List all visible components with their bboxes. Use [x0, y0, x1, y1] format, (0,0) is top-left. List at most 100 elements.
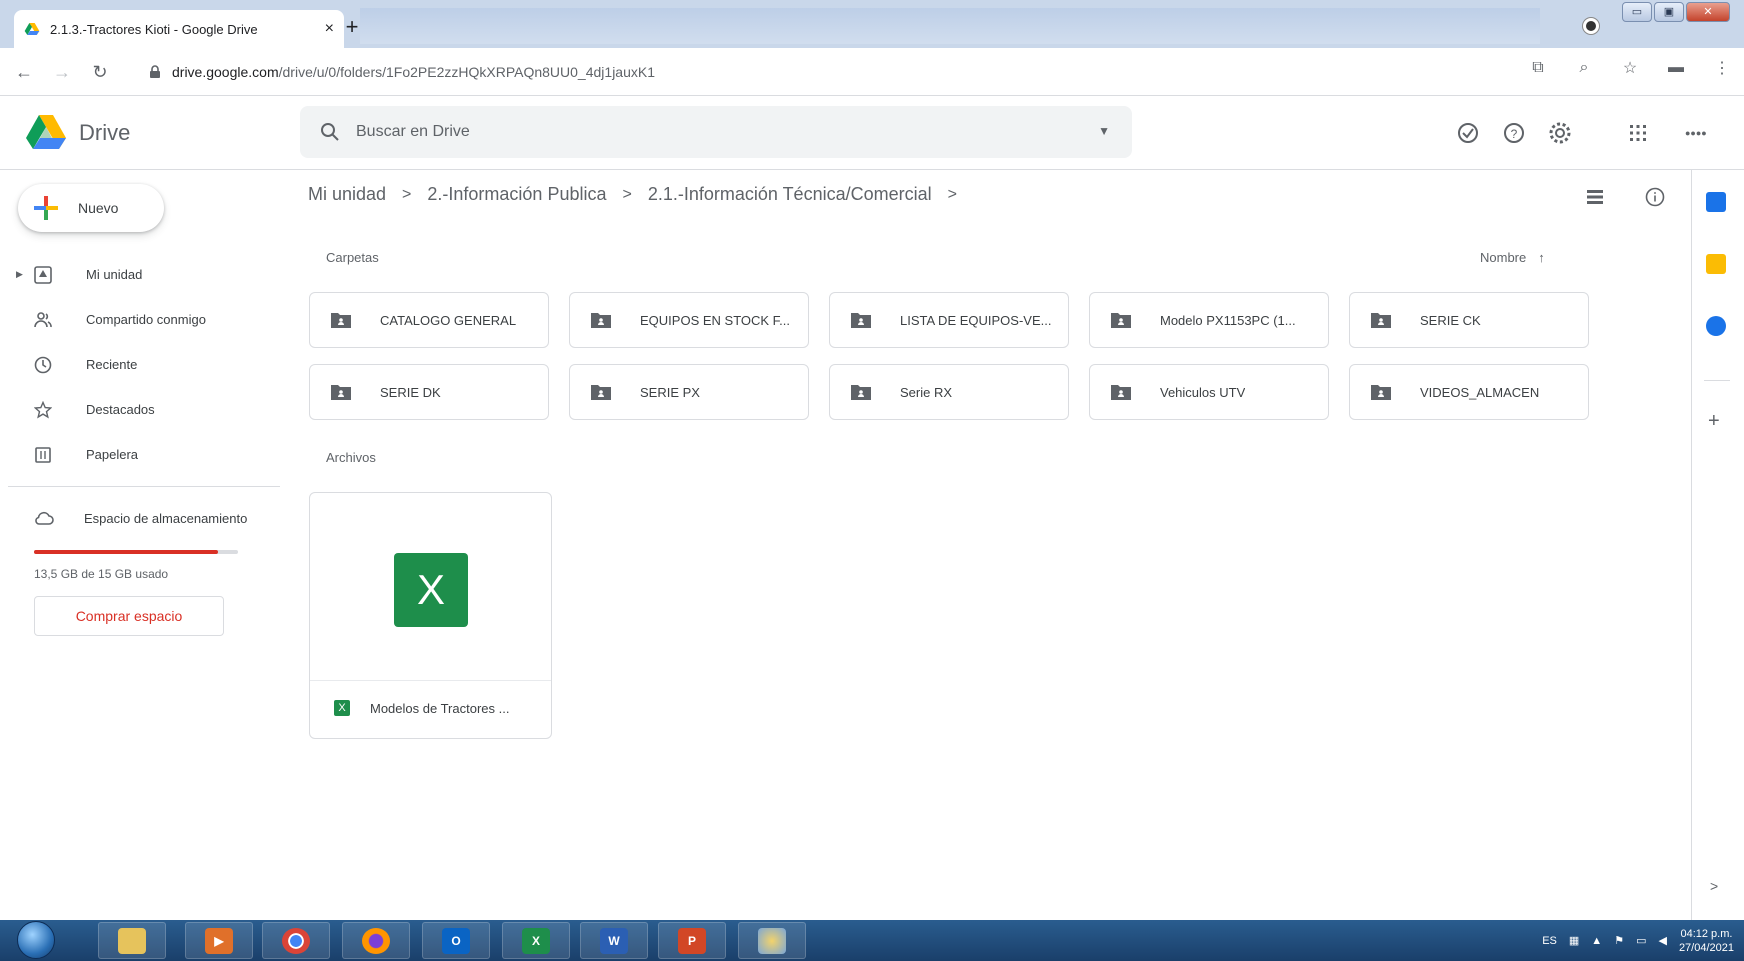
help-icon[interactable]: ?	[1501, 120, 1527, 146]
taskbar-firefox[interactable]	[342, 922, 410, 959]
folder-card[interactable]: Vehiculos UTV	[1089, 364, 1329, 420]
sort-direction-arrow-icon[interactable]: ↑	[1538, 250, 1545, 265]
folder-card[interactable]: SERIE DK	[309, 364, 549, 420]
folder-card[interactable]: LISTA DE EQUIPOS-VE...	[829, 292, 1069, 348]
calendar-addon-icon[interactable]	[1706, 192, 1726, 212]
close-window-button[interactable]: ✕	[1686, 2, 1730, 22]
keep-addon-icon[interactable]	[1706, 254, 1726, 274]
info-icon[interactable]	[1644, 186, 1666, 208]
taskbar-chrome[interactable]	[262, 922, 330, 959]
forward-arrow-icon[interactable]: →	[48, 58, 76, 86]
folder-card[interactable]: SERIE PX	[569, 364, 809, 420]
drive-favicon-icon	[24, 23, 40, 35]
search-icon[interactable]	[318, 120, 342, 144]
taskbar-paint[interactable]	[738, 922, 806, 959]
folder-card[interactable]: Modelo PX1153PC (1...	[1089, 292, 1329, 348]
drive-header: Drive ▼ ? ●●●●	[0, 96, 1744, 170]
account-avatar[interactable]: ●●●●	[1685, 120, 1719, 146]
network-icon[interactable]: ▭	[1636, 934, 1646, 947]
taskbar-outlook[interactable]: O	[422, 922, 490, 959]
folder-card[interactable]: EQUIPOS EN STOCK F...	[569, 292, 809, 348]
folder-card[interactable]: Serie RX	[829, 364, 1069, 420]
search-options-dropdown-icon[interactable]: ▼	[1098, 124, 1110, 138]
zoom-icon[interactable]: ⌕	[1572, 59, 1596, 77]
folder-card[interactable]: SERIE CK	[1349, 292, 1589, 348]
shared-folder-icon	[591, 313, 611, 328]
list-view-icon[interactable]	[1584, 186, 1606, 208]
browser-tab[interactable]: 2.1.3.-Tractores Kioti - Google Drive ×	[14, 10, 344, 48]
taskbar-explorer[interactable]	[98, 922, 166, 959]
shared-folder-icon	[331, 385, 351, 400]
folder-name: SERIE PX	[640, 384, 700, 400]
sidebar-item-starred[interactable]: Destacados	[0, 387, 290, 432]
folder-name: LISTA DE EQUIPOS-VE...	[900, 312, 1052, 328]
star-icon	[34, 400, 52, 418]
search-input[interactable]	[356, 123, 1056, 141]
address-bar[interactable]: drive.google.com /drive/u/0/folders/1Fo2…	[148, 56, 1378, 88]
drive-brand[interactable]: Drive	[79, 120, 130, 146]
get-addons-plus-icon[interactable]: +	[1708, 410, 1720, 433]
volume-icon[interactable]: ◀	[1658, 934, 1666, 947]
paint-icon	[758, 927, 786, 954]
taskbar-excel[interactable]: X	[502, 922, 570, 959]
maximize-button[interactable]: ▣	[1654, 2, 1684, 22]
taskbar-media-player[interactable]: ▶	[185, 922, 253, 959]
clock[interactable]: 04:12 p.m. 27/04/2021	[1679, 927, 1734, 955]
bookmark-star-icon[interactable]: ☆	[1618, 58, 1642, 78]
folder-card[interactable]: CATALOGO GENERAL	[309, 292, 549, 348]
drive-logo-icon[interactable]	[26, 114, 66, 150]
offline-status-icon[interactable]	[1455, 120, 1481, 146]
taskbar-word[interactable]: W	[580, 922, 648, 959]
browser-menu-icon[interactable]: ⋮	[1710, 58, 1734, 78]
new-button[interactable]: Nuevo	[18, 184, 164, 232]
folder-card[interactable]: VIDEOS_ALMACEN	[1349, 364, 1589, 420]
breadcrumb-item-public-info[interactable]: 2.-Información Publica	[427, 184, 606, 205]
firefox-icon	[362, 927, 390, 954]
show-hidden-icons-icon[interactable]: ▲	[1591, 935, 1602, 947]
sidebar-item-storage[interactable]: Espacio de almacenamiento	[0, 502, 290, 534]
sort-control[interactable]: Nombre ↑	[1480, 250, 1545, 265]
breadcrumb: Mi unidad > 2.-Información Publica > 2.1…	[308, 184, 973, 205]
action-center-flag-icon[interactable]: ⚑	[1614, 934, 1624, 947]
new-tab-button[interactable]: +	[338, 14, 366, 42]
start-button[interactable]	[12, 920, 60, 961]
shared-folder-icon	[851, 313, 871, 328]
sort-label: Nombre	[1480, 250, 1527, 265]
sidebar-item-label: Compartido conmigo	[86, 312, 206, 327]
minimize-button[interactable]: ▭	[1622, 2, 1652, 22]
keyboard-icon[interactable]: ▦	[1569, 934, 1579, 947]
extension-icon[interactable]: ▬	[1664, 59, 1688, 77]
expand-panel-chevron-icon[interactable]: >	[1710, 878, 1718, 894]
apps-grid-icon[interactable]	[1625, 120, 1651, 146]
folder-name: EQUIPOS EN STOCK F...	[640, 312, 791, 328]
sidebar-item-recent[interactable]: Reciente	[0, 342, 290, 387]
window-background	[360, 8, 1540, 44]
folder-name: Vehiculos UTV	[1160, 384, 1246, 400]
tasks-addon-icon[interactable]	[1706, 316, 1726, 336]
cloud-icon	[35, 511, 54, 525]
storage-used-text: 13,5 GB de 15 GB usado	[34, 567, 169, 581]
install-app-icon[interactable]: ⧉	[1526, 59, 1550, 77]
folder-grid: CATALOGO GENERAL EQUIPOS EN STOCK F... LIS…	[309, 292, 1589, 420]
sidebar-item-trash[interactable]: Papelera	[0, 432, 290, 477]
settings-gear-icon[interactable]	[1547, 120, 1573, 146]
powerpoint-icon: P	[678, 927, 706, 954]
search-box[interactable]: ▼	[300, 106, 1132, 158]
folder-name: SERIE CK	[1420, 312, 1481, 328]
profile-icon[interactable]	[1583, 18, 1599, 34]
file-meta: X Modelos de Tractores ...	[334, 700, 509, 716]
expand-caret-icon[interactable]: ▶	[16, 269, 23, 280]
language-indicator[interactable]: ES	[1542, 935, 1557, 947]
file-card[interactable]: X X Modelos de Tractores ...	[309, 492, 552, 739]
taskbar-powerpoint[interactable]: P	[658, 922, 726, 959]
sidebar-item-shared[interactable]: Compartido conmigo	[0, 297, 290, 342]
folder-menu-chevron-icon[interactable]: >	[948, 186, 957, 204]
breadcrumb-item-my-drive[interactable]: Mi unidad	[308, 184, 386, 205]
close-tab-icon[interactable]: ×	[325, 20, 334, 38]
back-arrow-icon[interactable]: ←	[10, 58, 38, 86]
breadcrumb-item-current-folder[interactable]: 2.1.-Información Técnica/Comercial	[648, 184, 932, 205]
storage-section: Espacio de almacenamiento	[0, 502, 290, 534]
buy-storage-button[interactable]: Comprar espacio	[34, 596, 224, 636]
sidebar-item-my-drive[interactable]: ▶ Mi unidad	[0, 252, 290, 297]
reload-icon[interactable]: ↻	[86, 58, 114, 86]
